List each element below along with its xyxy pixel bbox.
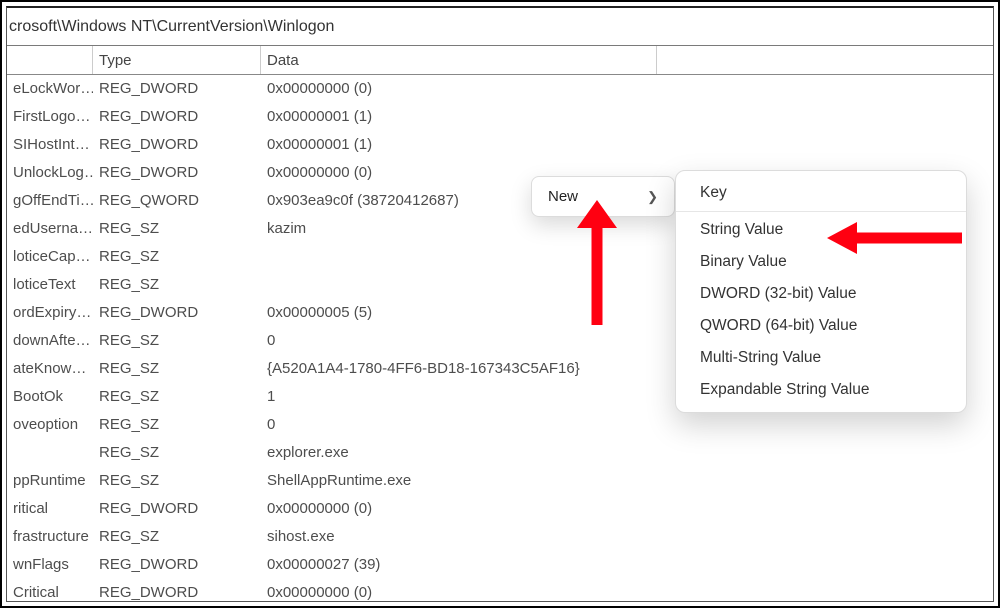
chevron-right-icon: ❯ bbox=[647, 189, 658, 205]
cell-name: ordExpiry… bbox=[7, 298, 93, 326]
col-spacer bbox=[657, 46, 993, 74]
cell-data: 0x00000000 (0) bbox=[261, 578, 657, 601]
cell-name bbox=[7, 438, 93, 466]
submenu-separator bbox=[676, 211, 966, 212]
cell-data: 0 bbox=[261, 326, 657, 354]
cell-type: REG_SZ bbox=[93, 466, 261, 494]
cell-data: 0x00000001 (1) bbox=[261, 130, 657, 158]
submenu-item-binary[interactable]: Binary Value bbox=[676, 246, 966, 278]
menu-item-new[interactable]: New ❯ bbox=[536, 181, 670, 212]
cell-type: REG_DWORD bbox=[93, 102, 261, 130]
cell-data: 0x00000001 (1) bbox=[261, 102, 657, 130]
table-row[interactable]: wnFlagsREG_DWORD0x00000027 (39) bbox=[7, 550, 993, 578]
cell-name: ateKnow… bbox=[7, 354, 93, 382]
cell-type: REG_DWORD bbox=[93, 578, 261, 601]
cell-data: sihost.exe bbox=[261, 522, 657, 550]
table-row[interactable]: eLockWor…REG_DWORD0x00000000 (0) bbox=[7, 74, 993, 102]
table-row[interactable]: FirstLogo…REG_DWORD0x00000001 (1) bbox=[7, 102, 993, 130]
cell-name: edUserna… bbox=[7, 214, 93, 242]
cell-type: REG_SZ bbox=[93, 270, 261, 298]
cell-name: downAfte… bbox=[7, 326, 93, 354]
cell-type: REG_DWORD bbox=[93, 298, 261, 326]
cell-name: loticeCap… bbox=[7, 242, 93, 270]
cell-data: 1 bbox=[261, 382, 657, 410]
cell-name: eLockWor… bbox=[7, 74, 93, 102]
submenu-new[interactable]: Key String Value Binary Value DWORD (32-… bbox=[675, 170, 967, 413]
column-headers[interactable]: Type Data bbox=[7, 46, 993, 75]
registry-path-bar[interactable]: crosoft\Windows NT\CurrentVersion\Winlog… bbox=[7, 8, 993, 46]
cell-name: frastructure bbox=[7, 522, 93, 550]
cell-data: 0x00000005 (5) bbox=[261, 298, 657, 326]
cell-data: 0x00000027 (39) bbox=[261, 550, 657, 578]
cell-type: REG_QWORD bbox=[93, 186, 261, 214]
table-row[interactable]: ppRuntimeREG_SZShellAppRuntime.exe bbox=[7, 466, 993, 494]
cell-data: 0x00000000 (0) bbox=[261, 494, 657, 522]
submenu-item-key[interactable]: Key bbox=[676, 177, 966, 209]
cell-name: Critical bbox=[7, 578, 93, 601]
col-data-header[interactable]: Data bbox=[261, 46, 657, 74]
cell-name: loticeText bbox=[7, 270, 93, 298]
cell-name: BootOk bbox=[7, 382, 93, 410]
col-type-header[interactable]: Type bbox=[93, 46, 261, 74]
cell-type: REG_DWORD bbox=[93, 74, 261, 102]
cell-type: REG_DWORD bbox=[93, 494, 261, 522]
cell-name: wnFlags bbox=[7, 550, 93, 578]
cell-type: REG_SZ bbox=[93, 410, 261, 438]
cell-name: FirstLogo… bbox=[7, 102, 93, 130]
table-row[interactable]: CriticalREG_DWORD0x00000000 (0) bbox=[7, 578, 993, 601]
cell-data: ShellAppRuntime.exe bbox=[261, 466, 657, 494]
context-menu[interactable]: New ❯ bbox=[531, 176, 675, 217]
cell-data bbox=[261, 242, 657, 270]
cell-name: ppRuntime bbox=[7, 466, 93, 494]
submenu-item-qword[interactable]: QWORD (64-bit) Value bbox=[676, 310, 966, 342]
cell-type: REG_SZ bbox=[93, 326, 261, 354]
cell-type: REG_DWORD bbox=[93, 158, 261, 186]
cell-name: UnlockLog… bbox=[7, 158, 93, 186]
cell-data: explorer.exe bbox=[261, 438, 657, 466]
cell-type: REG_SZ bbox=[93, 438, 261, 466]
cell-type: REG_SZ bbox=[93, 522, 261, 550]
table-row[interactable]: SIHostInt…REG_DWORD0x00000001 (1) bbox=[7, 130, 993, 158]
cell-name: gOffEndTi… bbox=[7, 186, 93, 214]
table-row[interactable]: frastructureREG_SZsihost.exe bbox=[7, 522, 993, 550]
cell-data: 0 bbox=[261, 410, 657, 438]
menu-item-new-label: New bbox=[548, 188, 578, 205]
submenu-item-dword[interactable]: DWORD (32-bit) Value bbox=[676, 278, 966, 310]
cell-type: REG_SZ bbox=[93, 382, 261, 410]
submenu-item-string[interactable]: String Value bbox=[676, 214, 966, 246]
cell-name: SIHostInt… bbox=[7, 130, 93, 158]
cell-type: REG_DWORD bbox=[93, 550, 261, 578]
cell-data: {A520A1A4-1780-4FF6-BD18-167343C5AF16} bbox=[261, 354, 657, 382]
col-name-header[interactable] bbox=[7, 46, 93, 74]
table-row[interactable]: oveoptionREG_SZ0 bbox=[7, 410, 993, 438]
table-row[interactable]: riticalREG_DWORD0x00000000 (0) bbox=[7, 494, 993, 522]
submenu-item-multi-string[interactable]: Multi-String Value bbox=[676, 342, 966, 374]
window-frame: crosoft\Windows NT\CurrentVersion\Winlog… bbox=[6, 6, 994, 602]
cell-type: REG_SZ bbox=[93, 354, 261, 382]
table-row[interactable]: REG_SZexplorer.exe bbox=[7, 438, 993, 466]
cell-data: kazim bbox=[261, 214, 657, 242]
cell-name: oveoption bbox=[7, 410, 93, 438]
cell-data bbox=[261, 270, 657, 298]
registry-path-text: crosoft\Windows NT\CurrentVersion\Winlog… bbox=[9, 18, 334, 36]
cell-type: REG_SZ bbox=[93, 214, 261, 242]
submenu-item-expandable-string[interactable]: Expandable String Value bbox=[676, 374, 966, 406]
cell-data: 0x00000000 (0) bbox=[261, 74, 657, 102]
cell-type: REG_DWORD bbox=[93, 130, 261, 158]
cell-type: REG_SZ bbox=[93, 242, 261, 270]
cell-name: ritical bbox=[7, 494, 93, 522]
